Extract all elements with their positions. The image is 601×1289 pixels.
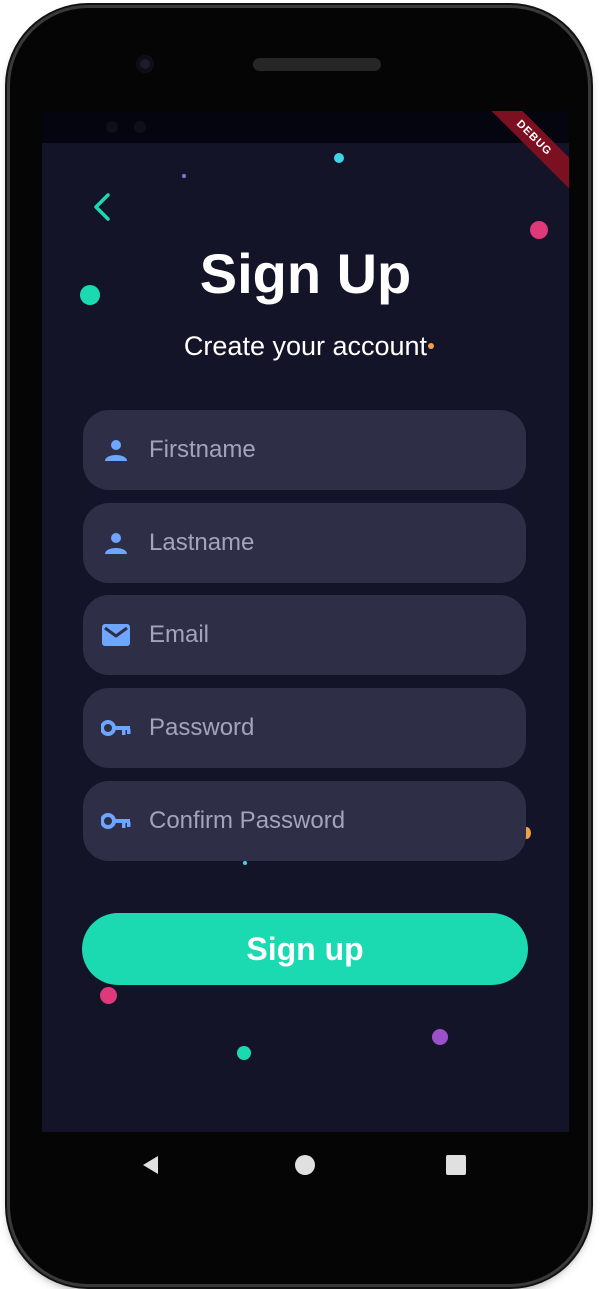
decorative-dot [237, 1046, 251, 1060]
status-icon [134, 121, 146, 133]
triangle-back-icon[interactable] [140, 1154, 162, 1176]
signup-button[interactable]: Sign up [82, 913, 528, 985]
key-icon [101, 713, 131, 743]
password-field[interactable] [83, 688, 526, 768]
lastname-input[interactable] [147, 528, 511, 558]
status-icon [106, 121, 118, 133]
firstname-field[interactable] [83, 410, 526, 490]
android-nav-bar [42, 1132, 569, 1198]
app-screen: DEBUG Sign Up Create your account Firstn… [42, 111, 569, 1132]
confirm-password-input[interactable] [147, 806, 511, 836]
decorative-dot [334, 153, 344, 163]
page-subtitle: Create your account [183, 331, 428, 361]
decorative-dot [530, 221, 548, 239]
firstname-input[interactable] [147, 435, 511, 465]
square-recents-icon[interactable] [445, 1154, 467, 1176]
person-icon [101, 435, 131, 465]
decorative-dot [243, 861, 247, 865]
circle-home-icon[interactable] [294, 1154, 316, 1176]
person-icon [101, 528, 131, 558]
page-title: Sign Up [199, 242, 412, 305]
key-icon [101, 806, 131, 836]
confirm-password-field[interactable] [83, 781, 526, 861]
status-bar [42, 111, 569, 143]
mail-icon [101, 620, 131, 650]
lastname-field[interactable] [83, 503, 526, 583]
earpiece-speaker [253, 58, 381, 71]
password-input[interactable] [147, 713, 511, 743]
front-camera [136, 55, 154, 73]
decorative-dot [432, 1029, 448, 1045]
email-input[interactable] [147, 620, 511, 650]
chevron-left-icon [94, 193, 110, 221]
back-button[interactable] [88, 191, 116, 223]
email-field[interactable] [83, 595, 526, 675]
decorative-dot [100, 987, 117, 1004]
decorative-dot [182, 174, 186, 178]
